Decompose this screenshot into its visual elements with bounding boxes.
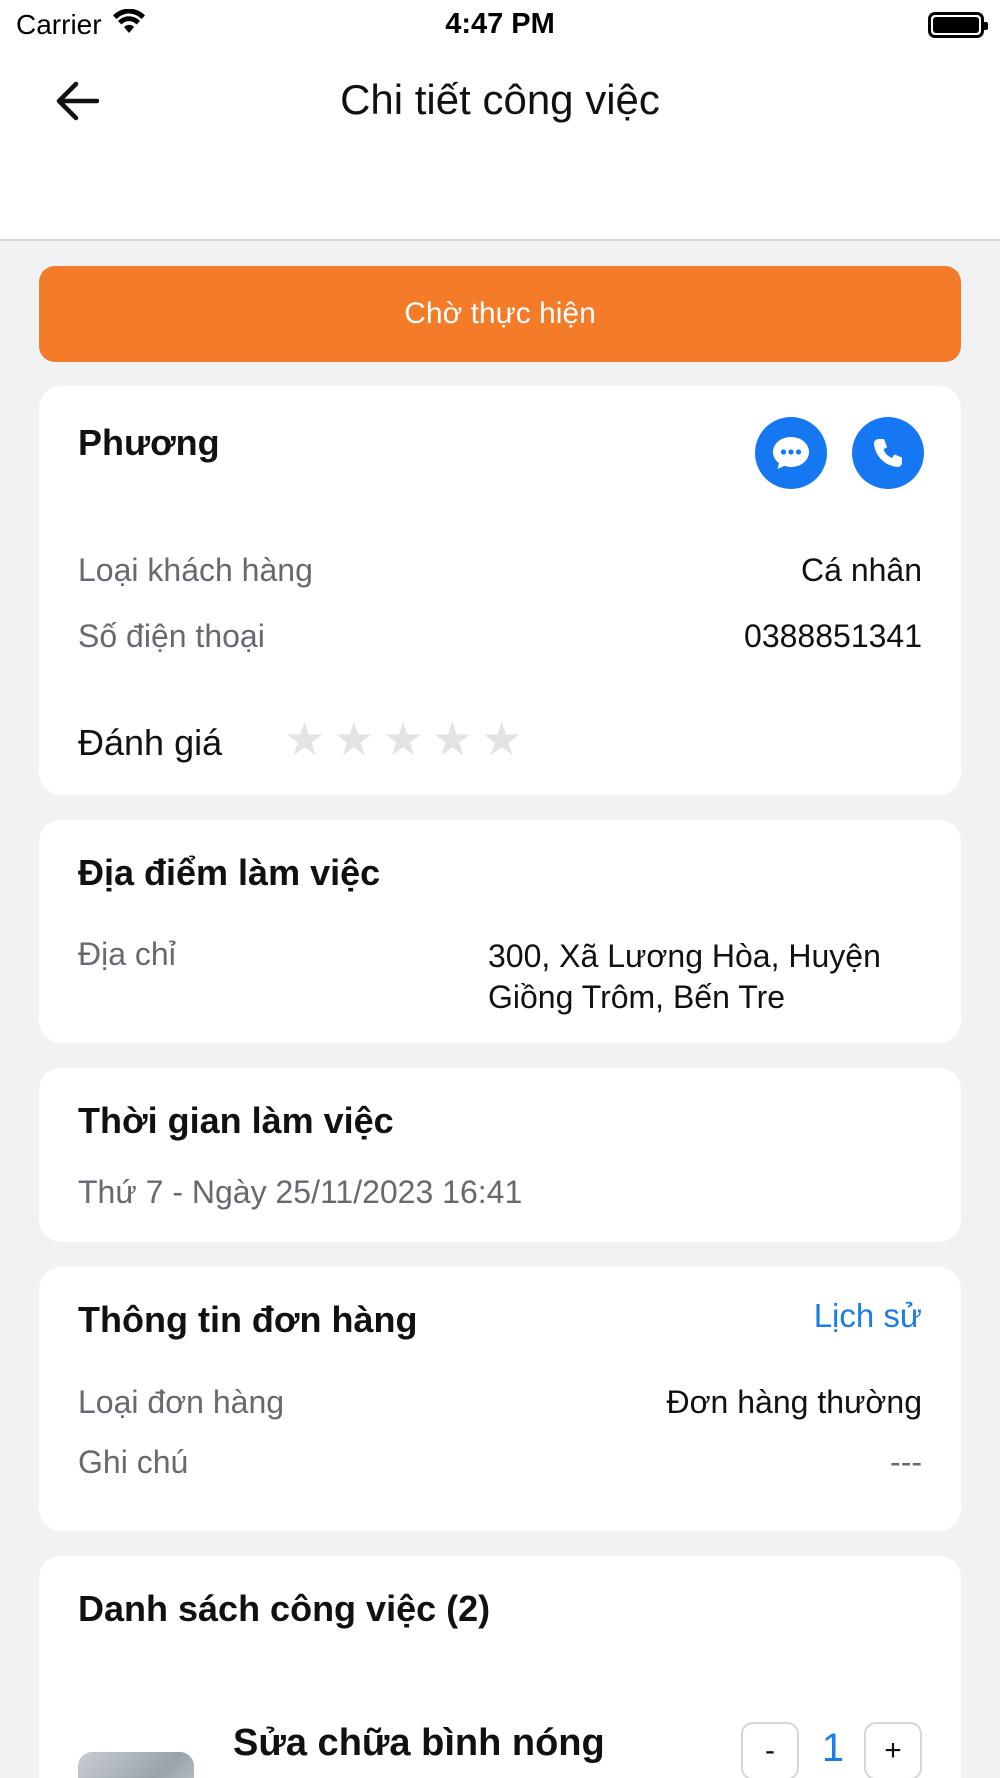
address-line-1: 300, Xã Lương Hòa, Huyện	[488, 938, 881, 974]
customer-name: Phương	[78, 422, 220, 463]
status-bar: Carrier 4:47 PM	[0, 0, 1000, 50]
quantity-increase-button[interactable]: +	[864, 1722, 922, 1778]
history-link[interactable]: Lịch sử	[814, 1297, 922, 1335]
schedule-datetime: Thứ 7 - Ngày 25/11/2023 16:41	[78, 1174, 523, 1210]
star-icon-2[interactable]: ★	[333, 716, 374, 762]
battery-icon	[928, 12, 988, 38]
star-icon-1[interactable]: ★	[284, 716, 325, 762]
job-list-card: Danh sách công việc (2) Sửa chữa bình nó…	[39, 1556, 961, 1778]
page-title: Chi tiết công việc	[340, 76, 660, 123]
star-icon-5[interactable]: ★	[481, 716, 522, 762]
chat-button[interactable]	[755, 417, 827, 489]
schedule-title: Thời gian làm việc	[78, 1100, 394, 1141]
chat-icon	[773, 437, 809, 469]
phone-value: 0388851341	[744, 618, 922, 654]
location-card: Địa điểm làm việc Địa chỉ 300, Xã Lương …	[39, 820, 961, 1043]
order-type-label: Loại đơn hàng	[78, 1384, 285, 1420]
customer-type-label: Loại khách hàng	[78, 552, 313, 588]
carrier-label: Carrier	[16, 9, 102, 40]
phone-label: Số điện thoại	[78, 618, 265, 654]
job-list-title: Danh sách công việc (2)	[78, 1588, 491, 1629]
schedule-card: Thời gian làm việc Thứ 7 - Ngày 25/11/20…	[39, 1068, 961, 1242]
job-thumbnail	[78, 1752, 194, 1778]
back-button[interactable]	[52, 78, 102, 124]
customer-card: Phương Loại khách hàng Cá nhân Số điện t…	[39, 386, 961, 795]
location-title: Địa điểm làm việc	[78, 852, 381, 893]
note-value: ---	[890, 1444, 922, 1480]
address-label: Địa chỉ	[78, 936, 176, 972]
customer-type-value: Cá nhân	[801, 552, 922, 588]
order-card: Thông tin đơn hàng Lịch sử Loại đơn hàng…	[39, 1267, 961, 1531]
star-icon-3[interactable]: ★	[383, 716, 424, 762]
rating-stars: ★ ★ ★ ★ ★	[284, 716, 522, 762]
call-button[interactable]	[852, 417, 924, 489]
rating-label: Đánh giá	[78, 722, 223, 763]
status-left: Carrier	[16, 8, 146, 42]
top-bar: Carrier 4:47 PM Chi tiết công việc	[0, 0, 1000, 241]
nav-bar: Chi tiết công việc	[0, 60, 1000, 140]
arrow-left-icon	[56, 81, 99, 121]
order-type-value: Đơn hàng thường	[666, 1384, 922, 1420]
wifi-icon	[112, 8, 146, 42]
address-value: 300, Xã Lương Hòa, Huyện Giồng Trôm, Bến…	[488, 936, 881, 1018]
quantity-value: 1	[821, 1726, 845, 1770]
note-label: Ghi chú	[78, 1444, 189, 1480]
address-line-2: Giồng Trôm, Bến Tre	[488, 979, 786, 1015]
phone-icon	[874, 439, 902, 467]
status-banner[interactable]: Chờ thực hiện	[39, 266, 961, 362]
job-name: Sửa chữa bình nóng	[233, 1722, 605, 1764]
star-icon-4[interactable]: ★	[432, 716, 473, 762]
clock: 4:47 PM	[445, 8, 555, 40]
order-title: Thông tin đơn hàng	[78, 1299, 418, 1340]
quantity-decrease-button[interactable]: -	[741, 1722, 799, 1778]
